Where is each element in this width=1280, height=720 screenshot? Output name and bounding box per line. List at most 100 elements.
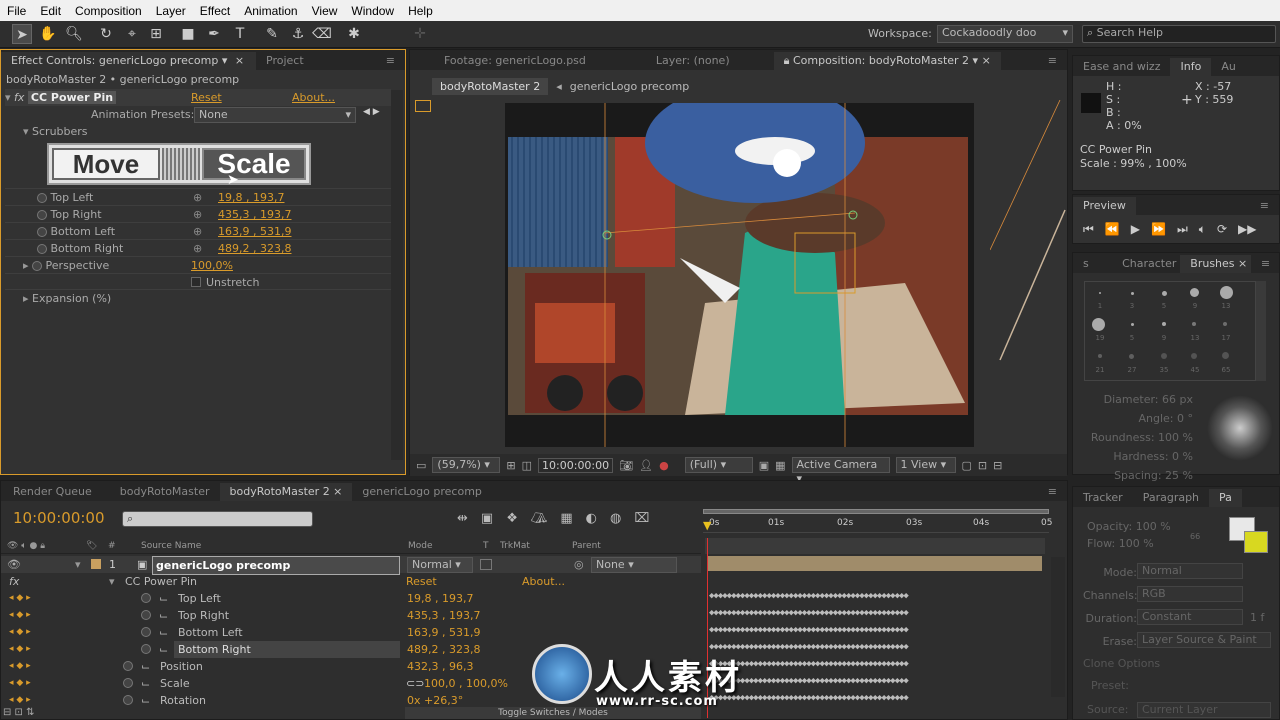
grid-toggle-icon[interactable] xyxy=(415,100,431,112)
stopwatch-icon[interactable] xyxy=(37,210,47,220)
graph-editor-icon[interactable]: ◍ xyxy=(610,511,621,526)
tab-audio[interactable]: Au xyxy=(1211,58,1246,76)
tab-footage[interactable]: Footage: genericLogo.psd xyxy=(410,52,596,70)
background-color-swatch[interactable] xyxy=(1244,531,1268,553)
time-ruler[interactable]: 0s 01s 02s 03s 04s 05 ▼ xyxy=(703,509,1052,533)
loop-icon[interactable]: ⟳ xyxy=(1217,222,1227,237)
tab-effect-controls[interactable]: Effect Controls: genericLogo precomp ▾ × xyxy=(1,52,256,70)
hand-tool-icon[interactable]: ✋ xyxy=(38,24,58,44)
camera-tool-icon[interactable]: ⌖ xyxy=(122,24,142,44)
stopwatch-icon[interactable] xyxy=(123,695,133,705)
pan-behind-tool-icon[interactable]: ⊞ xyxy=(146,24,166,44)
keyframes-scale[interactable]: ◆◆◆◆◆◆◆◆◆◆◆◆◆◆◆◆◆◆◆◆◆◆◆◆◆◆◆◆◆◆◆◆◆◆◆◆◆◆◆◆… xyxy=(709,676,1009,686)
workspace-dropdown[interactable]: Cockadoodly doo ▾ xyxy=(937,25,1073,43)
effect-controls-scrollbar[interactable] xyxy=(391,90,403,460)
pickwhip-icon[interactable]: ◎ xyxy=(574,556,584,573)
timeline-footer-icons[interactable]: ⊟ ⊡ ⇅ xyxy=(3,707,35,718)
region-of-interest-icon[interactable]: ▣ xyxy=(759,459,769,472)
brainstorm-icon[interactable]: ⌧ xyxy=(634,511,649,526)
stopwatch-icon[interactable] xyxy=(141,627,151,637)
keyframes-bottom-right[interactable]: ◆◆◆◆◆◆◆◆◆◆◆◆◆◆◆◆◆◆◆◆◆◆◆◆◆◆◆◆◆◆◆◆◆◆◆◆◆◆◆◆… xyxy=(709,642,1009,652)
tab-info[interactable]: Info xyxy=(1170,58,1212,76)
prop-value[interactable]: 163,9 , 531,9 xyxy=(407,624,480,641)
roto-brush-tool-icon[interactable]: ✱ xyxy=(344,24,364,44)
menu-file[interactable]: File xyxy=(0,4,33,18)
stopwatch-icon[interactable] xyxy=(32,261,43,271)
stopwatch-icon[interactable] xyxy=(37,193,47,203)
paint-erase-dropdown[interactable]: Layer Source & Paint xyxy=(1137,632,1271,648)
stopwatch-icon[interactable] xyxy=(141,593,151,603)
clone-source-dropdown[interactable]: Current Layer xyxy=(1137,702,1271,718)
tab-bodyrotomaster[interactable]: bodyRotoMaster xyxy=(102,483,220,501)
prop-value[interactable]: 489,2 , 323,8 xyxy=(407,641,480,658)
menu-effect[interactable]: Effect xyxy=(193,4,237,18)
search-help-input[interactable]: ⌕ Search Help xyxy=(1082,25,1276,43)
paint-channels-dropdown[interactable]: RGB xyxy=(1137,586,1243,602)
col-trkmat[interactable]: TrkMat xyxy=(500,538,530,554)
stopwatch-icon[interactable] xyxy=(37,227,47,237)
zoom-tool-icon[interactable]: 🔍︎ xyxy=(64,24,84,44)
layer-duration-bar[interactable] xyxy=(708,556,1042,571)
panel-menu-icon[interactable]: ≡ xyxy=(376,52,405,70)
keyframes-position[interactable]: ◆◆◆◆◆◆◆◆◆◆◆◆◆◆◆◆◆◆◆◆◆◆◆◆◆◆◆◆◆◆◆◆◆◆◆◆◆◆◆◆… xyxy=(709,659,1009,669)
trkmat-dropdown[interactable] xyxy=(480,559,492,570)
tab-project[interactable]: Project xyxy=(256,52,314,70)
paint-mode-dropdown[interactable]: Normal xyxy=(1137,563,1243,579)
paint-duration-frames[interactable]: 1 f xyxy=(1250,611,1264,624)
brushes-scrollbar[interactable] xyxy=(1256,281,1266,381)
stopwatch-icon[interactable] xyxy=(123,678,133,688)
scale-scrubber-button[interactable]: Scale xyxy=(202,148,306,180)
point-control-icon[interactable]: ⊕ xyxy=(193,189,202,206)
reset-link[interactable]: Reset xyxy=(406,573,437,590)
audio-icon[interactable]: 🔈︎ xyxy=(1199,222,1206,237)
col-mode[interactable]: Mode xyxy=(408,538,433,554)
label-color-swatch[interactable] xyxy=(91,559,101,569)
menu-edit[interactable]: Edit xyxy=(33,4,68,18)
prop-value[interactable]: 432,3 , 96,3 xyxy=(407,658,473,675)
crumb-genericlogo[interactable]: genericLogo precomp xyxy=(570,80,690,93)
snapshot-icon[interactable]: 📷︎ xyxy=(619,459,633,472)
stopwatch-icon[interactable] xyxy=(123,661,133,671)
comp-mini-flowchart-icon[interactable]: ⇹ xyxy=(457,511,468,526)
motion-blur-icon[interactable]: ◐ xyxy=(586,511,597,526)
menu-animation[interactable]: Animation xyxy=(237,4,304,18)
stopwatch-icon[interactable] xyxy=(141,610,151,620)
timeline-icon[interactable]: ⊟ xyxy=(993,459,1002,472)
prop-value[interactable]: 19,8 , 193,7 xyxy=(407,590,473,607)
prev-frame-icon[interactable]: ⏪ xyxy=(1105,222,1120,237)
reset-link[interactable]: Reset xyxy=(191,89,222,106)
current-time-indicator-icon[interactable]: ▼ xyxy=(703,519,711,532)
perspective-value[interactable]: 100,0% xyxy=(191,257,233,274)
transparency-grid-icon[interactable]: ▦ xyxy=(775,459,785,472)
parent-dropdown[interactable]: None ▾ xyxy=(591,557,677,573)
show-snapshot-icon[interactable]: 👤︎ xyxy=(639,459,653,472)
hide-shy-icon[interactable]: ⛺︎ xyxy=(531,511,548,526)
layer-row-1[interactable]: 👁︎ ▾ 1 ▣ genericLogo precomp Normal ▾ ◎ … xyxy=(1,556,701,575)
point-control-icon[interactable]: ⊕ xyxy=(193,206,202,223)
tab-layer[interactable]: Layer: (none) xyxy=(596,52,740,70)
rotate-tool-icon[interactable]: ↻ xyxy=(96,24,116,44)
keyframes-rotation[interactable]: ◆◆◆◆◆◆◆◆◆◆◆◆◆◆◆◆◆◆◆◆◆◆◆◆◆◆◆◆◆◆◆◆◆◆◆◆◆◆◆◆… xyxy=(709,693,1009,703)
clone-tool-icon[interactable]: ⚓ xyxy=(288,24,308,44)
menu-window[interactable]: Window xyxy=(344,4,401,18)
constrain-proportions-icon[interactable]: ⊂⊃ xyxy=(406,675,424,692)
keyframes-bottom-left[interactable]: ◆◆◆◆◆◆◆◆◆◆◆◆◆◆◆◆◆◆◆◆◆◆◆◆◆◆◆◆◆◆◆◆◆◆◆◆◆◆◆◆… xyxy=(709,625,1009,635)
preset-nav-arrows-icon[interactable]: ◀ ▶ xyxy=(363,107,380,117)
tab-ease-and-wizz[interactable]: Ease and wizz xyxy=(1073,58,1170,76)
text-tool-icon[interactable]: T xyxy=(230,24,250,44)
channel-icon[interactable]: ● xyxy=(659,459,669,472)
safe-zones-icon[interactable]: ⊞ xyxy=(506,459,515,472)
draft-3d-icon[interactable]: ❖ xyxy=(506,511,518,526)
brush-tool-icon[interactable]: ✎ xyxy=(262,24,282,44)
ram-preview-icon[interactable]: ▶▶ xyxy=(1238,222,1256,237)
tab-paint[interactable]: Pa xyxy=(1209,489,1242,507)
about-link[interactable]: About... xyxy=(522,573,565,590)
menu-view[interactable]: View xyxy=(305,4,345,18)
tab-paragraph[interactable]: Paragraph xyxy=(1133,489,1209,507)
timeline-timecode[interactable]: 10:00:00:00 xyxy=(13,509,105,527)
fx-icon[interactable]: fx xyxy=(14,91,24,104)
keyframes-top-right[interactable]: ◆◆◆◆◆◆◆◆◆◆◆◆◆◆◆◆◆◆◆◆◆◆◆◆◆◆◆◆◆◆◆◆◆◆◆◆◆◆◆◆… xyxy=(709,608,1009,618)
pen-tool-icon[interactable]: ✒ xyxy=(204,24,224,44)
comp-canvas[interactable] xyxy=(505,83,974,447)
expansion-group[interactable]: ▸ Expansion (%) xyxy=(23,290,111,307)
